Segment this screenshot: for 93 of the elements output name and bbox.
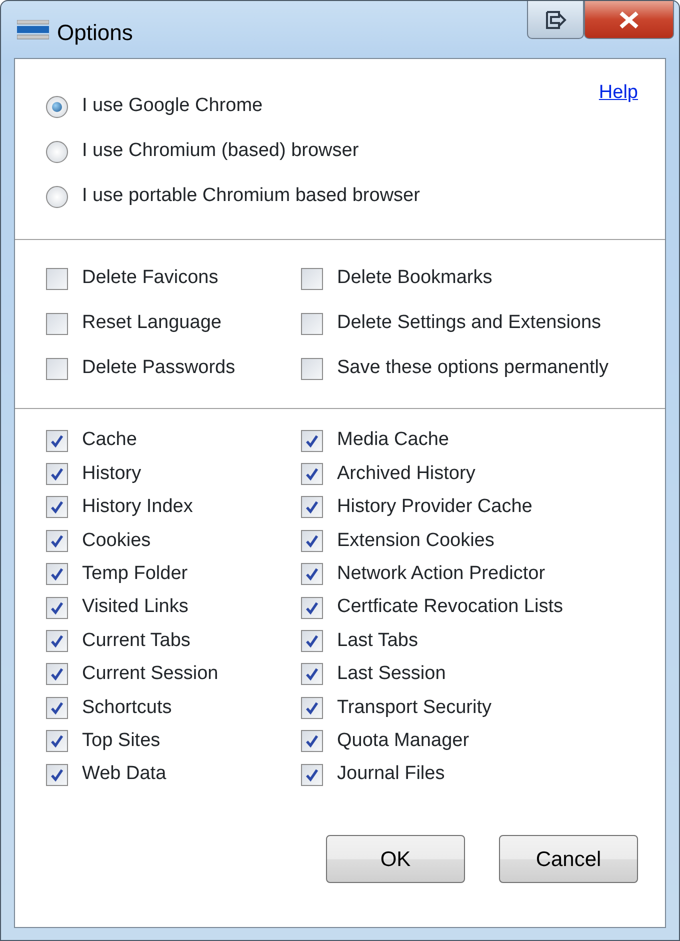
ok-button[interactable]: OK (326, 835, 465, 884)
checkbox-label[interactable]: Archived History (337, 460, 476, 488)
checkbox-label[interactable]: Quota Manager (337, 726, 470, 756)
checkbox[interactable] (301, 463, 323, 486)
checkbox-label[interactable]: Extension Cookies (337, 526, 494, 556)
check-icon (305, 500, 319, 514)
checkbox-label[interactable]: Cache (82, 426, 137, 455)
checkbox-label[interactable]: Certficate Revocation Lists (337, 593, 563, 622)
checkbox-label[interactable]: History Provider Cache (337, 493, 532, 522)
checkbox[interactable] (301, 630, 323, 652)
radio-button[interactable] (46, 186, 68, 208)
check-icon (50, 667, 64, 682)
checkbox[interactable] (301, 764, 323, 786)
window-title: Options (57, 19, 133, 47)
checkbox[interactable] (46, 563, 68, 586)
check-icon (305, 600, 319, 615)
check-icon (50, 634, 64, 648)
restore-icon (544, 10, 566, 30)
checkbox[interactable] (301, 663, 323, 686)
checkbox[interactable] (46, 463, 68, 486)
checkbox[interactable] (301, 530, 323, 552)
checkbox-label[interactable]: History Index (82, 493, 193, 522)
check-icon (50, 600, 64, 615)
checkbox-label[interactable]: Visited Links (82, 593, 188, 622)
checkbox-label[interactable]: Temp Folder (82, 560, 188, 588)
checkbox-label[interactable]: Schortcuts (82, 694, 172, 722)
checkbox-label[interactable]: Current Session (82, 660, 218, 689)
check-icon (50, 434, 64, 448)
radio-button[interactable] (46, 140, 68, 162)
checkbox-label[interactable]: Cookies (82, 526, 151, 556)
check-icon (305, 634, 319, 648)
checkbox[interactable] (46, 496, 68, 518)
restore-button[interactable] (527, 1, 584, 39)
checkbox[interactable] (46, 630, 68, 652)
check-icon (305, 734, 319, 748)
help-link[interactable]: Help (598, 79, 638, 108)
checkbox-label[interactable]: Delete Passwords (82, 354, 236, 383)
checkbox[interactable] (46, 530, 68, 552)
check-icon (50, 467, 64, 482)
checkbox[interactable] (46, 430, 68, 452)
check-icon (305, 467, 319, 482)
checkbox-label[interactable]: Delete Favicons (82, 264, 218, 293)
checkbox[interactable] (46, 596, 68, 619)
check-icon (305, 567, 319, 582)
checkbox[interactable] (301, 496, 323, 518)
checkbox[interactable] (301, 696, 323, 719)
check-icon (305, 700, 319, 715)
check-icon (50, 567, 64, 582)
check-icon (305, 434, 319, 448)
checkbox[interactable] (301, 430, 323, 452)
checkbox[interactable] (46, 663, 68, 686)
checkbox-label[interactable]: Journal Files (337, 760, 445, 789)
checkbox[interactable] (46, 268, 68, 290)
checkbox-label[interactable]: Transport Security (337, 694, 492, 722)
checkbox[interactable] (301, 358, 323, 380)
radio-label[interactable]: I use Google Chrome (82, 92, 263, 121)
radio-label[interactable]: I use portable Chromium based browser (82, 182, 420, 211)
check-icon (305, 768, 319, 782)
checkbox[interactable] (46, 358, 68, 380)
checkbox-label[interactable]: Top Sites (82, 726, 160, 756)
checkbox[interactable] (301, 312, 323, 334)
checkbox[interactable] (301, 596, 323, 619)
checkbox[interactable] (46, 696, 68, 719)
cancel-button[interactable]: Cancel (499, 835, 638, 884)
checkbox-label[interactable]: Delete Bookmarks (337, 264, 492, 293)
checkbox[interactable] (46, 312, 68, 334)
checkbox[interactable] (46, 764, 68, 786)
close-button[interactable] (584, 1, 674, 39)
checkbox-label[interactable]: Last Session (337, 660, 446, 689)
checkbox-label[interactable]: History (82, 460, 142, 488)
radio-button[interactable] (46, 96, 68, 118)
checkbox-label[interactable]: Web Data (82, 760, 166, 789)
check-icon (50, 768, 64, 782)
checkbox-label[interactable]: Delete Settings and Extensions (337, 309, 602, 338)
check-icon (50, 734, 64, 748)
checkbox-label[interactable]: Reset Language (82, 309, 222, 338)
checkbox[interactable] (301, 268, 323, 290)
checkbox[interactable] (301, 563, 323, 586)
checkbox-label[interactable]: Network Action Predictor (337, 560, 546, 588)
check-icon (50, 700, 64, 715)
check-icon (305, 534, 319, 548)
checkbox[interactable] (46, 730, 68, 752)
radio-label[interactable]: I use Chromium (based) browser (82, 137, 359, 166)
checkbox-label[interactable]: Media Cache (337, 426, 449, 455)
window-icon (17, 20, 49, 40)
check-icon (50, 534, 64, 548)
checkbox-label[interactable]: Current Tabs (82, 626, 190, 656)
checkbox-label[interactable]: Last Tabs (337, 626, 418, 656)
checkbox[interactable] (301, 730, 323, 752)
check-icon (50, 500, 64, 514)
check-icon (305, 667, 319, 682)
close-icon (618, 10, 640, 28)
checkbox-label[interactable]: Save these options permanently (337, 354, 608, 383)
